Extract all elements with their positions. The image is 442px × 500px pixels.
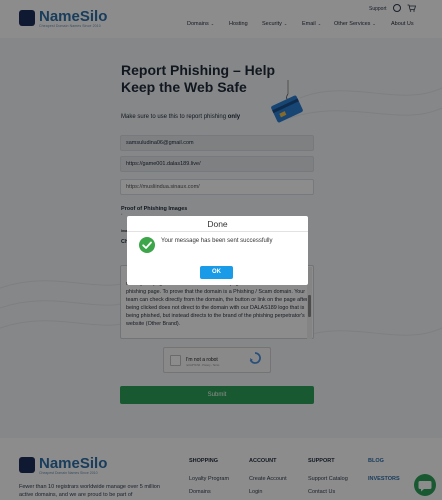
dialog-divider (127, 231, 308, 232)
dialog-title: Done (207, 219, 228, 229)
success-dialog: Done Your message has been sent successf… (127, 216, 308, 285)
success-check-icon (139, 237, 155, 253)
dialog-message: Your message has been sent successfully (161, 238, 273, 244)
ok-button[interactable]: OK (200, 266, 233, 279)
